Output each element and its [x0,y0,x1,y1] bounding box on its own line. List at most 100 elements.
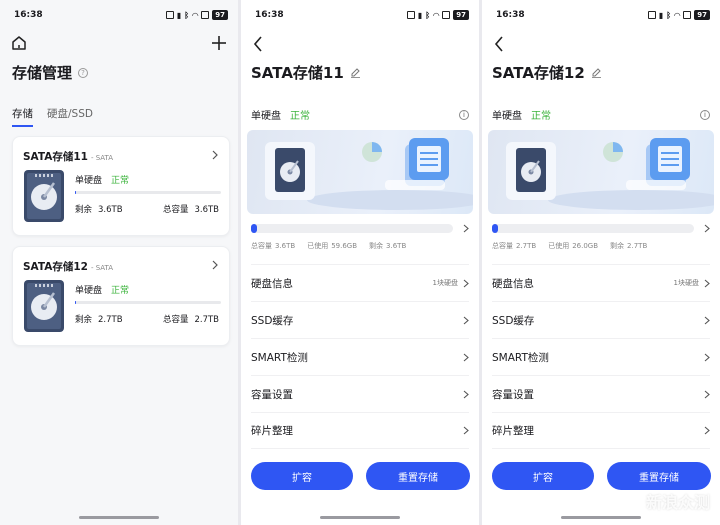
chevron-right-icon [212,150,218,160]
usage-bar [75,191,221,194]
reset-storage-button[interactable]: 重置存储 [607,462,711,490]
back-arrow-icon[interactable] [490,34,510,54]
menu-item-disk-info[interactable]: 硬盘信息 1块硬盘 [492,264,710,301]
stat-total-value: 2.7TB [516,242,537,250]
sim-icon [683,11,692,19]
usage-fill [492,224,499,233]
tab-disk-ssd[interactable]: 硬盘/SSD [47,106,93,127]
menu-item-value: 1块硬盘 [432,279,458,287]
watermark: 新浪众测 [645,493,710,512]
storage-card[interactable]: SATA存储12- SATA 单硬盘 正常 剩余 2.7TB 总容量 2.7TB [12,246,230,346]
add-storage-icon[interactable] [210,34,228,52]
menu-item-ssd-cache[interactable]: SSD缓存 [492,301,710,338]
stat-remaining: 剩余 3.6TB [369,241,406,251]
capacity-stats: 总容量 2.7TB 已使用 26.0GB 剩余 2.7TB [492,241,710,251]
back-arrow-icon[interactable] [249,34,269,54]
edit-icon[interactable] [591,67,602,78]
chevron-right-icon [463,426,469,435]
remaining-value: 3.6TB [98,205,123,215]
status-bar: 16:38 ▮ ᛒ ◠ 97 [0,0,238,30]
edit-icon[interactable] [350,67,361,78]
card-subtitle: - SATA [90,264,114,272]
stat-used-label: 已使用 [548,242,570,250]
card-title: SATA存储12- SATA [23,259,113,274]
menu-item-smart-check[interactable]: SMART检测 [492,338,710,375]
menu-item-smart-check[interactable]: SMART检测 [251,338,469,375]
menu-item-defragment[interactable]: 碎片整理 [492,412,710,449]
page-title: 存储管理 ? [12,62,89,83]
chevron-right-icon [704,353,710,361]
status-time: 16:38 [255,10,284,20]
vibrate-icon: ▮ [176,10,182,20]
stat-used: 已使用 59.6GB [307,241,357,251]
page-title: SATA存储12 [492,62,602,83]
storage-type: 单硬盘 [492,111,522,122]
battery-icon: 97 [453,10,469,20]
nfc-icon [647,11,656,19]
chevron-right-icon [704,279,710,287]
page-title-text: 存储管理 [12,64,73,82]
menu-item-capacity-settings[interactable]: 容量设置 [251,375,469,412]
home-icon[interactable] [10,34,28,52]
card-type-label: 单硬盘 [75,286,103,296]
stat-used-value: 59.6GB [331,242,358,250]
chevron-right-icon [463,279,469,287]
status-bar: 16:38 ▮ ᛒ ◠ 97 [482,0,720,30]
storage-card[interactable]: SATA存储11- SATA 单硬盘 正常 剩余 3.6TB 总容量 3.6TB [12,136,230,236]
total-value: 3.6TB [194,205,219,215]
chevron-right-icon [704,426,710,435]
tab-storage[interactable]: 存储 [12,106,33,127]
stat-used-value: 26.0GB [572,242,599,250]
menu-item-ssd-cache[interactable]: SSD缓存 [251,301,469,338]
stat-total: 总容量 3.6TB [251,241,295,251]
menu-item-label: 容量设置 [492,388,534,401]
chevron-right-icon[interactable] [463,224,469,233]
menu-item-capacity-settings[interactable]: 容量设置 [492,375,710,412]
menu-item-defragment[interactable]: 碎片整理 [251,412,469,449]
sim-icon [201,11,210,19]
settings-menu: 硬盘信息 1块硬盘 SSD缓存 SMART检测 容量设置 碎片整理 [251,264,469,449]
status-badge: 正常 [111,176,130,186]
stat-total: 总容量 2.7TB [492,241,536,251]
reset-storage-button[interactable]: 重置存储 [366,462,470,490]
help-icon[interactable]: ? [78,67,89,78]
menu-item-label: 容量设置 [251,388,293,401]
menu-item-label: SMART检测 [251,351,308,364]
menu-item-label: 硬盘信息 [492,277,534,290]
storage-list-screen: 16:38 ▮ ᛒ ◠ 97 存储管理 ? 存储 硬盘/SSD SATA存储11… [0,0,238,525]
vibrate-icon: ▮ [658,10,664,20]
expand-button[interactable]: 扩容 [492,462,594,490]
card-name: SATA存储12 [23,261,88,273]
info-icon[interactable]: i [700,109,710,120]
usage-fill [251,224,258,233]
page-title-text: SATA存储11 [251,64,344,82]
storage-detail-screen: 16:38 ▮ ᛒ ◠ 97 SATA存储12 单硬盘 正常 i 总容量 2.7… [482,0,720,525]
storage-illustration [506,138,714,210]
status-icons: ▮ ᛒ ◠ 97 [165,10,228,20]
battery-icon: 97 [694,10,710,20]
menu-item-disk-info[interactable]: 硬盘信息 1块硬盘 [251,264,469,301]
chevron-right-icon [704,316,710,324]
total: 总容量 3.6TB [163,203,219,215]
menu-item-label: 碎片整理 [492,425,534,437]
nfc-icon [165,11,174,19]
stat-used: 已使用 26.0GB [548,241,598,251]
stat-used-label: 已使用 [307,242,329,250]
usage-progress-bar [251,224,453,233]
total: 总容量 2.7TB [163,313,219,325]
remaining-label: 剩余 [75,205,93,215]
status-time: 16:38 [14,10,43,20]
chevron-right-icon[interactable] [704,224,710,233]
gesture-bar [320,516,400,519]
storage-banner [488,130,714,214]
card-name: SATA存储11 [23,151,88,163]
stat-remaining: 剩余 2.7TB [610,241,647,251]
info-icon[interactable]: i [459,109,469,120]
battery-icon: 97 [212,10,228,20]
storage-detail-screen: 16:38 ▮ ᛒ ◠ 97 SATA存储11 单硬盘 正常 i 总容量 3.6… [241,0,479,525]
settings-menu: 硬盘信息 1块硬盘 SSD缓存 SMART检测 容量设置 碎片整理 [492,264,710,449]
expand-button[interactable]: 扩容 [251,462,353,490]
storage-banner [247,130,473,214]
status-icons: ▮ ᛒ ◠ 97 [647,10,710,20]
stat-total-label: 总容量 [492,242,513,250]
